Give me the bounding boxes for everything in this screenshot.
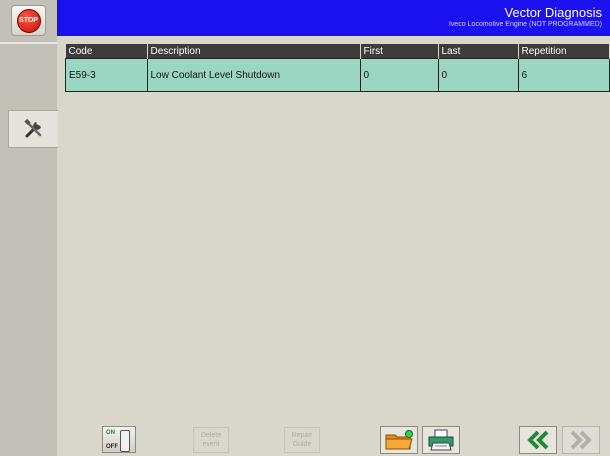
app-subtitle: Iveco Locomotive Engine (NOT PROGRAMMED) [448, 21, 602, 28]
event-table: Code Description First Last Repetition E… [65, 44, 610, 92]
stop-label: STOP [19, 17, 38, 24]
tools-icon [23, 118, 41, 138]
open-folder-button[interactable] [380, 426, 418, 454]
column-header-description[interactable]: Description [147, 44, 361, 59]
on-off-switch-icon [120, 430, 130, 452]
cell-repetition: 6 [517, 58, 610, 92]
sidebar-divider [0, 42, 57, 44]
table-row[interactable]: E59-3 Low Coolant Level Shutdown 0 0 6 [65, 58, 610, 92]
off-label: OFF [106, 444, 118, 450]
cell-description: Low Coolant Level Shutdown [146, 58, 361, 92]
repair-guide-button[interactable]: Repair Guide [284, 427, 320, 453]
next-button[interactable] [562, 426, 600, 454]
repair-guide-label-1: Repair [291, 432, 313, 439]
delete-event-label-1: Delete [200, 432, 222, 439]
double-chevron-left-icon [527, 430, 549, 450]
stop-icon: STOP [16, 8, 41, 33]
table-header-row: Code Description First Last Repetition [65, 44, 610, 59]
delete-event-button[interactable]: Delete event [193, 427, 229, 453]
cell-first: 0 [359, 58, 439, 92]
column-header-first[interactable]: First [360, 44, 439, 59]
bottom-toolbar: ON OFF Delete event Repair Guide [57, 424, 610, 456]
double-chevron-right-icon [570, 430, 592, 450]
print-button[interactable] [422, 426, 460, 454]
sidebar-item-tools[interactable] [8, 110, 58, 148]
column-header-code[interactable]: Code [65, 44, 148, 59]
printer-icon [428, 429, 454, 451]
previous-button[interactable] [519, 426, 557, 454]
app-title: Vector Diagnosis [504, 5, 602, 20]
column-header-repetition[interactable]: Repetition [518, 44, 610, 59]
cell-code: E59-3 [65, 58, 148, 92]
on-off-toggle-button[interactable]: ON OFF [102, 426, 136, 453]
delete-event-label-2: event [202, 441, 220, 448]
cell-last: 0 [437, 58, 519, 92]
column-header-last[interactable]: Last [438, 44, 519, 59]
repair-guide-label-2: Guide [292, 441, 312, 448]
app-header: Vector Diagnosis Iveco Locomotive Engine… [57, 0, 610, 36]
sidebar: STOP [0, 0, 58, 456]
folder-icon [385, 430, 413, 450]
on-label: ON [106, 430, 115, 436]
stop-button[interactable]: STOP [11, 5, 46, 36]
